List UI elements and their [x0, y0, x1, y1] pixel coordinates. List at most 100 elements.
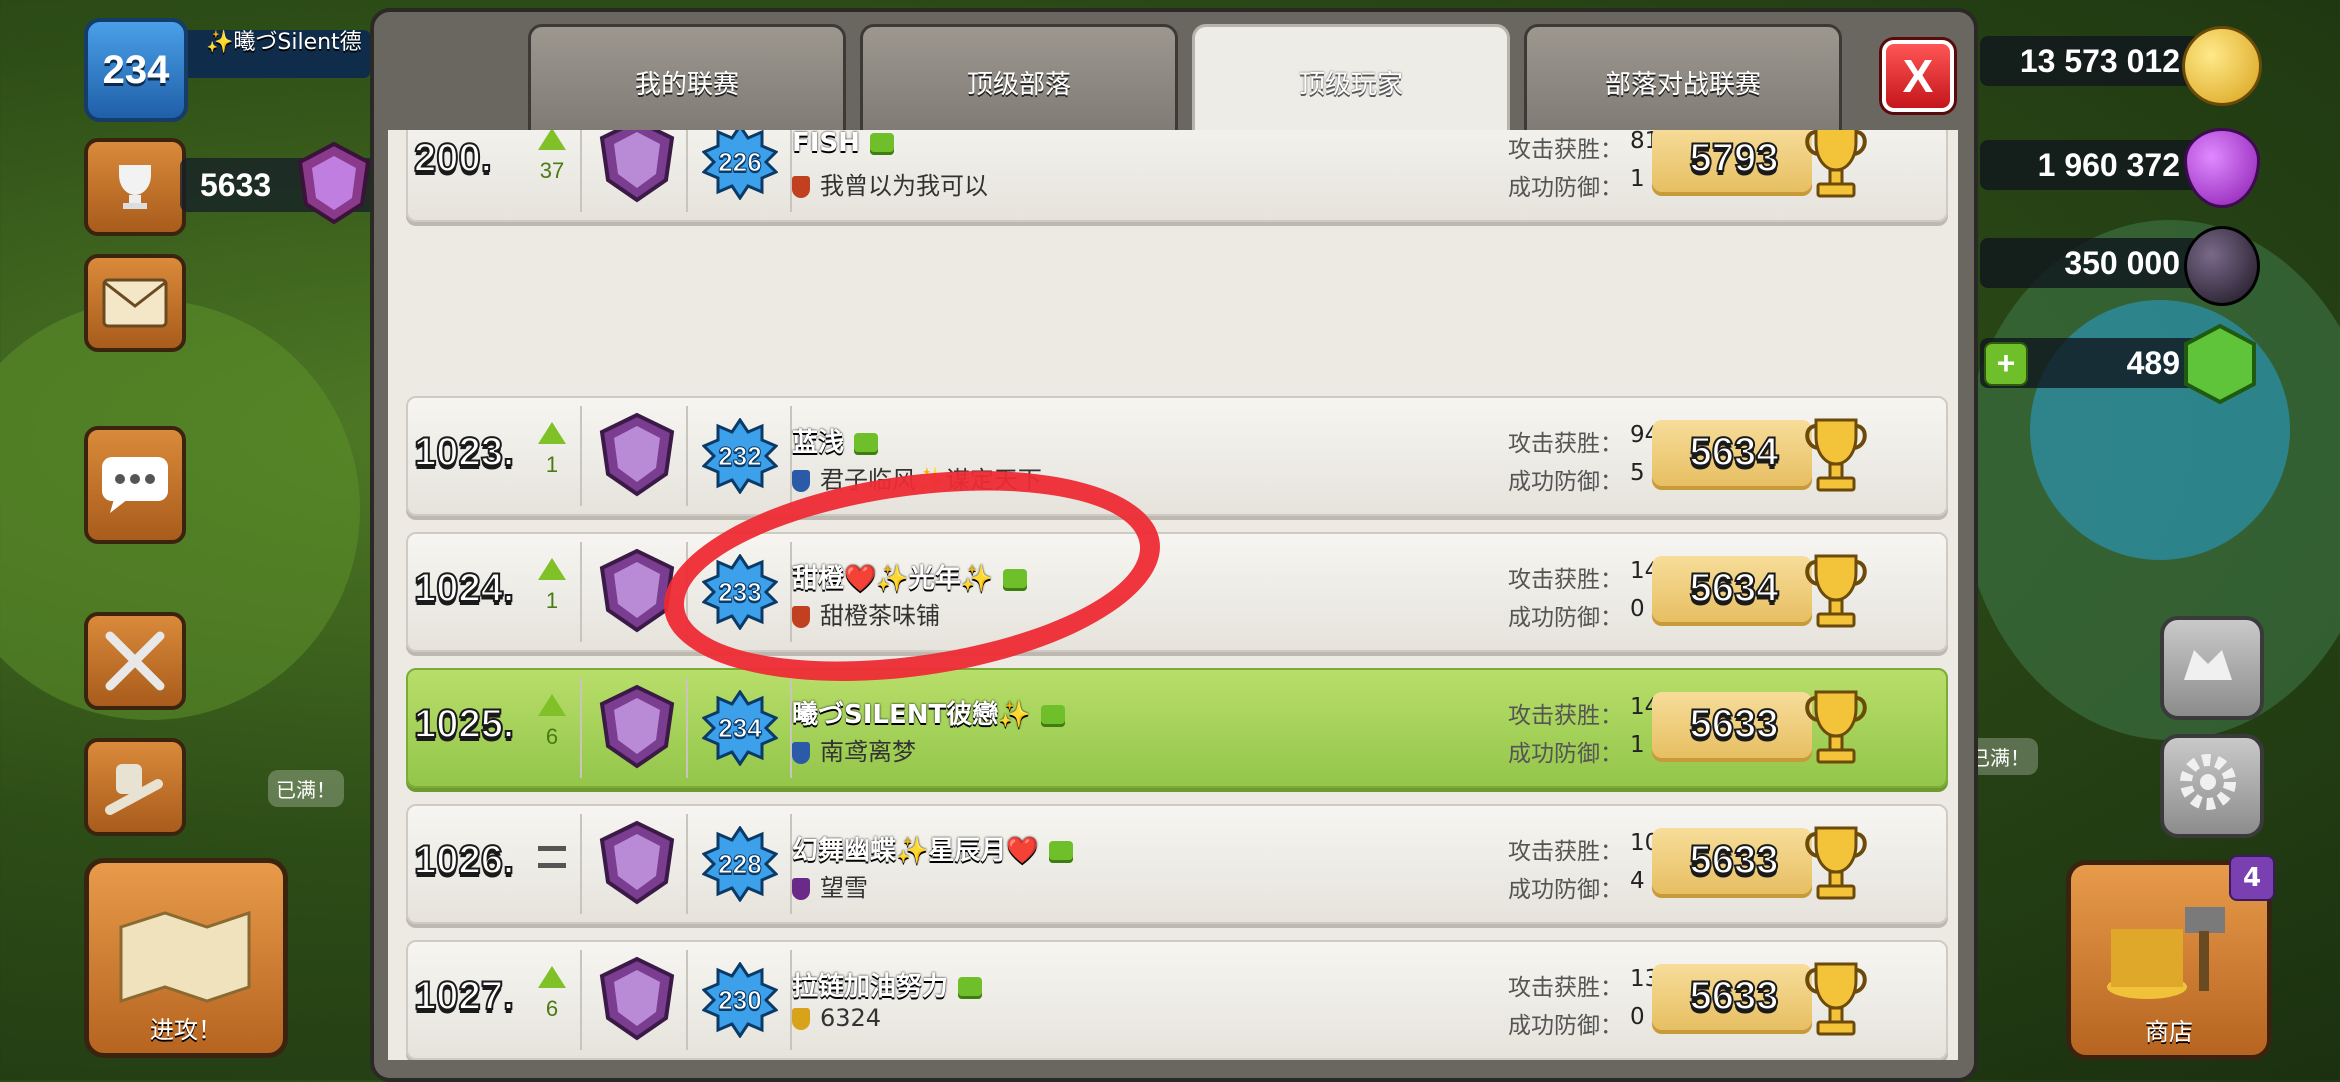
- gold-icon: [2182, 26, 2262, 106]
- table-row[interactable]: 1024. 1 233 甜橙❤️✨光年✨ 甜橙茶味铺 攻击获胜： 141 成功防…: [406, 532, 1948, 652]
- defenses-label: 成功防御：: [1508, 1013, 1623, 1039]
- table-row[interactable]: 1025. 6 234 曦づSILENT彼戀✨ 南鸢离梦 攻击获胜： 142 成…: [406, 668, 1948, 788]
- battle-button[interactable]: [84, 612, 186, 710]
- clan-badge-icon: [792, 742, 810, 764]
- shop-label: 商店: [2145, 1018, 2193, 1046]
- defenses-label: 成功防御：: [1508, 469, 1623, 495]
- clan-name-text: 望雪: [820, 874, 868, 902]
- clan-badge-icon: [792, 1008, 810, 1030]
- divider: [686, 814, 688, 914]
- player-name[interactable]: 蓝浅: [792, 422, 879, 459]
- clan-name-text: 6324: [820, 1004, 882, 1032]
- chat-icon[interactable]: [958, 976, 983, 999]
- divider: [686, 406, 688, 506]
- defenses-label: 成功防御：: [1508, 877, 1623, 903]
- league-icon: [599, 684, 675, 769]
- divider: [580, 406, 582, 506]
- xp-level-badge: 230: [702, 962, 778, 1038]
- trophy-icon: [1805, 962, 1867, 1036]
- player-name: ✨曦づSilent德: [206, 30, 362, 55]
- rank-change: 6: [545, 724, 559, 749]
- trophy-icon: [1805, 130, 1867, 198]
- rank-number: 1025.: [413, 701, 515, 747]
- player-name[interactable]: 幻舞幽蝶✨星辰月❤️: [792, 830, 1073, 867]
- trophy-value: 5633: [1689, 973, 1780, 1019]
- defenses-won: 1: [1630, 732, 1645, 758]
- trophy-box: 5634: [1652, 420, 1812, 490]
- trophy-box: 5633: [1652, 692, 1812, 762]
- tab-top-players[interactable]: 顶级玩家: [1192, 24, 1510, 140]
- mail-button[interactable]: [84, 254, 186, 352]
- table-row[interactable]: 1023. 1 232 蓝浅 君子临风✨谋定天下 攻击获胜： 94 成功防御： …: [406, 396, 1948, 516]
- settings-button[interactable]: [2160, 734, 2264, 838]
- trophy-icon: [1805, 826, 1867, 900]
- player-name[interactable]: 曦づSILENT彼戀✨: [792, 694, 1065, 731]
- xp-level: 234: [718, 712, 762, 743]
- rank-up-icon: [538, 694, 566, 716]
- tab-label: 顶级部落: [966, 69, 1071, 100]
- league-icon: [599, 548, 675, 633]
- rank-number: 1027.: [413, 973, 515, 1019]
- tab-clan-war-league[interactable]: 部落对战联赛: [1524, 24, 1842, 140]
- xp-level: 228: [718, 848, 762, 879]
- player-name-text: 幻舞幽蝶✨星辰月❤️: [792, 836, 1039, 866]
- clan-name[interactable]: 望雪: [792, 868, 868, 903]
- edit-layout-button[interactable]: [2160, 616, 2264, 720]
- chat-icon[interactable]: [854, 432, 879, 455]
- army-button[interactable]: [84, 738, 186, 836]
- table-row[interactable]: 1026. 228 幻舞幽蝶✨星辰月❤️ 望雪 攻击获胜： 104 成功防御： …: [406, 804, 1948, 924]
- clan-name[interactable]: 我曾以为我可以: [792, 166, 988, 201]
- league-icon: [297, 141, 371, 225]
- player-name[interactable]: FISH: [792, 130, 894, 158]
- defenses-won: 0: [1630, 1004, 1645, 1030]
- trophy-box: 5793: [1652, 130, 1812, 196]
- tab-label: 顶级玩家: [1298, 69, 1403, 100]
- trophy-box: 5634: [1652, 556, 1812, 626]
- chat-icon[interactable]: [869, 132, 894, 155]
- player-name[interactable]: 拉链加油努力: [792, 966, 983, 1003]
- xp-level-badge: 234: [702, 690, 778, 766]
- trophy-box: 5633: [1652, 964, 1812, 1034]
- gold-bar: 13 573 012: [1980, 36, 2200, 86]
- close-button[interactable]: X: [1882, 40, 1954, 112]
- divider: [580, 814, 582, 914]
- shop-button[interactable]: 4 商店: [2066, 855, 2275, 1060]
- divider: [580, 542, 582, 642]
- league-icon: [599, 412, 675, 497]
- attack-button[interactable]: 进攻！: [84, 858, 288, 1058]
- trophy-value: 5633: [1689, 837, 1780, 883]
- leaderboard-modal: 我的联赛 顶级部落 顶级玩家 部落对战联赛 X 200. 37 226 FISH…: [370, 8, 1978, 1082]
- clan-name[interactable]: 6324: [792, 1004, 881, 1032]
- defenses-won: 5: [1630, 460, 1645, 486]
- chat-icon[interactable]: [1048, 840, 1073, 863]
- defenses-won: 1: [1630, 166, 1645, 192]
- trophy-value: 5634: [1689, 429, 1780, 475]
- clan-name[interactable]: 南鸢离梦: [792, 732, 916, 767]
- clan-badge-icon: [792, 176, 810, 198]
- chat-button[interactable]: [84, 426, 186, 544]
- tab-my-league[interactable]: 我的联赛: [528, 24, 846, 140]
- add-gems-button[interactable]: +: [1984, 342, 2028, 386]
- clan-badge-icon: [792, 878, 810, 900]
- rank-number: 200.: [413, 135, 493, 181]
- trophy-button[interactable]: [84, 138, 186, 236]
- tab-top-clans[interactable]: 顶级部落: [860, 24, 1178, 140]
- tab-label: 部落对战联赛: [1604, 69, 1761, 100]
- table-row[interactable]: 1027. 6 230 拉链加油努力 6324 攻击获胜： 138 成功防御： …: [406, 940, 1948, 1060]
- divider: [686, 678, 688, 778]
- attacks-label: 攻击获胜：: [1508, 703, 1623, 729]
- dark-elixir-bar: 350 000: [1980, 238, 2200, 288]
- defenses-label: 成功防御：: [1508, 175, 1623, 201]
- player-level-badge[interactable]: 234: [84, 18, 188, 122]
- table-row[interactable]: 200. 37 226 FISH 我曾以为我可以 攻击获胜： 81 成功防御： …: [406, 130, 1948, 222]
- player-list[interactable]: 200. 37 226 FISH 我曾以为我可以 攻击获胜： 81 成功防御： …: [388, 130, 1958, 1060]
- map-icon: [119, 910, 251, 1004]
- trophy-box: 5633: [1652, 828, 1812, 898]
- trophy-value: 5633: [1689, 701, 1780, 747]
- chat-icon[interactable]: [1040, 704, 1065, 727]
- league-icon: [599, 820, 675, 905]
- rank-number: 1023.: [413, 429, 515, 475]
- defenses-won: 4: [1630, 868, 1645, 894]
- player-name-text: FISH: [792, 130, 860, 158]
- shop-badge: 4: [2229, 855, 2275, 901]
